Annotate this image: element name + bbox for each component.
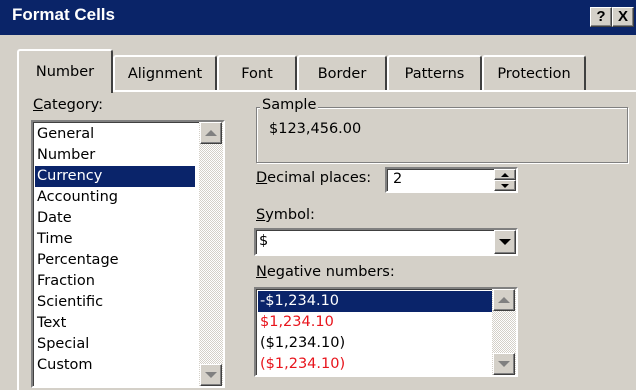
- scroll-up-button[interactable]: [200, 122, 222, 144]
- tab-protection[interactable]: Protection: [482, 55, 586, 91]
- list-item[interactable]: Date: [35, 208, 195, 229]
- help-button[interactable]: ?: [590, 7, 612, 27]
- category-list[interactable]: General Number Currency Accounting Date …: [31, 120, 225, 388]
- list-item[interactable]: Number: [35, 145, 195, 166]
- tab-alignment[interactable]: Alignment: [113, 55, 217, 91]
- list-item[interactable]: General: [35, 124, 195, 145]
- arrow-down-icon: [205, 372, 217, 378]
- list-item[interactable]: Currency: [35, 166, 195, 187]
- category-label: Category:: [33, 97, 104, 113]
- list-item[interactable]: Custom: [35, 355, 195, 376]
- tab-number[interactable]: Number: [17, 49, 113, 93]
- list-item[interactable]: Special: [35, 334, 195, 355]
- close-button[interactable]: X: [612, 7, 634, 27]
- list-item[interactable]: Text: [35, 313, 195, 334]
- tab-border[interactable]: Border: [297, 55, 387, 91]
- list-item[interactable]: Time: [35, 229, 195, 250]
- scroll-down-button[interactable]: [200, 364, 222, 386]
- list-item[interactable]: Scientific: [35, 292, 195, 313]
- list-item[interactable]: Percentage: [35, 250, 195, 271]
- tab-font[interactable]: Font: [217, 55, 297, 91]
- list-item[interactable]: Fraction: [35, 271, 195, 292]
- arrow-up-icon: [205, 130, 217, 136]
- list-item[interactable]: Accounting: [35, 187, 195, 208]
- dialog-title: Format Cells: [12, 5, 115, 24]
- tab-patterns[interactable]: Patterns: [387, 55, 482, 91]
- category-scrollbar[interactable]: [199, 122, 223, 386]
